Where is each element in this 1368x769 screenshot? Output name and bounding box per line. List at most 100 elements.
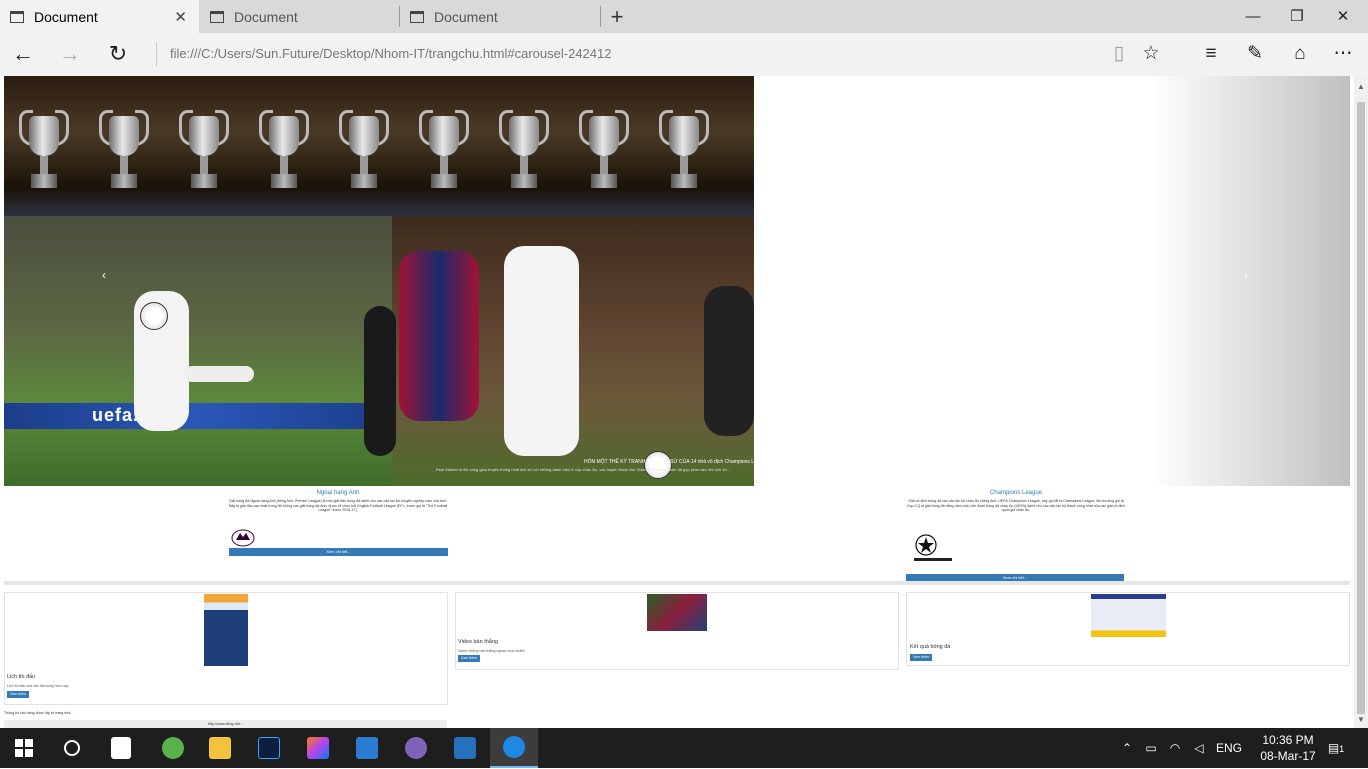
card-title: Kết quả bóng đá (910, 644, 951, 650)
carousel-prev-icon[interactable]: ‹ (102, 268, 106, 282)
reading-view-icon[interactable]: ▯ (1106, 42, 1132, 68)
section-title[interactable]: Champions League (906, 490, 1126, 496)
wifi-icon[interactable]: ◠ (1166, 728, 1184, 768)
player-goalkeeper-figure (704, 286, 754, 436)
show-hidden-icons[interactable]: ⌃ (1118, 728, 1136, 768)
taskbar-intellij[interactable] (294, 728, 342, 768)
photoshop-icon (258, 737, 280, 759)
schedule-more-button[interactable]: Xem thêm (7, 691, 29, 698)
address-bar-row: ← → ↻ file:///C:/Users/Sun.Future/Deskto… (0, 33, 1368, 76)
share-icon[interactable]: ⌂ (1287, 42, 1313, 68)
intellij-icon (307, 737, 329, 759)
carousel-next-icon[interactable]: › (1244, 268, 1248, 282)
address-input[interactable]: file:///C:/Users/Sun.Future/Desktop/Nhom… (170, 46, 611, 61)
card-title: Lịch thi đấu (7, 674, 36, 680)
card-title: Video bàn thắng (458, 639, 498, 645)
taskbar-browser-green[interactable] (149, 728, 197, 768)
new-tab-button[interactable]: + (606, 4, 628, 30)
tab-document-3[interactable]: Document (400, 0, 599, 33)
video-card: Video bàn thắng Video những bàn thắng ng… (455, 592, 899, 670)
refresh-button[interactable]: ↻ (103, 41, 133, 69)
card-desc: Video những bàn thắng ngoạn mục nhất!!! (458, 649, 526, 653)
tab-label: Document (34, 8, 98, 25)
stadium-photo-left (4, 216, 392, 486)
taskbar-photoshop[interactable] (245, 728, 293, 768)
tab-bar: Document ✕ Document Document + — ❐ ✕ (0, 0, 1368, 33)
edge-icon (503, 736, 525, 758)
taskbar-store[interactable] (97, 728, 145, 768)
section-title[interactable]: Ngoại hạng Anh (228, 490, 448, 496)
tab-document-2[interactable]: Document (200, 0, 399, 33)
carousel-caption-title: HÒN MỘT THẾ KỶ TRANH TÀI: LỊCH SỬ CỦA 14… (584, 459, 832, 465)
visual-studio-icon (356, 737, 378, 759)
football (644, 451, 672, 479)
section-body: Giải bóng đá Ngoại hạng Anh (tiếng Anh: … (228, 499, 448, 513)
web-note-icon[interactable]: ✎ (1242, 42, 1268, 68)
cortana-icon (64, 740, 80, 756)
footer-note: Thông tin các hàng được lấy từ trang nhà… (4, 711, 74, 715)
taskbar: ⌃ ▭ ◠ ◁ ENG 10:36 PM 08-Mar-17 ▤1 (0, 728, 1368, 768)
scrollbar-thumb[interactable] (1357, 102, 1365, 714)
player-dark-figure (364, 306, 396, 456)
premier-league-detail-button[interactable]: Xem chi tiết... (229, 548, 448, 556)
tab-label: Document (434, 8, 498, 25)
tab-separator (600, 6, 601, 27)
results-card: Kết quả bóng đá Xem thêm (906, 592, 1350, 666)
results-thumbnail[interactable] (1091, 594, 1166, 637)
section-body: Giải vô địch bóng đá các câu lạc bộ châu… (906, 499, 1126, 513)
powershell-icon (454, 737, 476, 759)
action-center-button[interactable]: ▤1 (1322, 728, 1350, 768)
premier-league-section: Ngoại hạng Anh Giải bóng đá Ngoại hạng A… (228, 490, 448, 513)
taskbar-github[interactable] (392, 728, 440, 768)
taskbar-edge[interactable] (490, 728, 538, 768)
taskbar-powershell[interactable] (441, 728, 489, 768)
minimize-button[interactable]: — (1230, 0, 1276, 33)
tab-document-1[interactable]: Document ✕ (0, 0, 199, 33)
clock-time: 10:36 PM (1262, 733, 1314, 747)
taskbar-file-explorer[interactable] (196, 728, 244, 768)
player-madrid-figure (504, 246, 579, 456)
store-icon (111, 737, 131, 759)
volume-icon[interactable]: ◁ (1190, 728, 1208, 768)
github-icon (405, 737, 427, 759)
carousel-right-shade (1150, 76, 1350, 486)
footer-bar[interactable]: http://www.tiếng việt... (4, 720, 447, 728)
back-button[interactable]: ← (8, 41, 38, 69)
scroll-down-icon[interactable]: ▼ (1357, 715, 1365, 724)
system-clock[interactable]: 10:36 PM 08-Mar-17 (1248, 732, 1328, 764)
address-separator (156, 42, 157, 67)
trophies-banner (4, 76, 754, 216)
hub-icon[interactable]: ≡ (1198, 42, 1224, 68)
coccoc-icon (162, 737, 184, 759)
more-icon[interactable]: ⋯ (1330, 42, 1356, 68)
close-window-button[interactable]: ✕ (1320, 0, 1366, 33)
forward-button[interactable]: → (55, 41, 85, 69)
card-desc: Lịch thi đấu của các đội bóng hôm nay (7, 684, 69, 688)
start-button[interactable] (0, 728, 48, 768)
carousel-caption-text: Real Madrid là đội bóng giàu truyền thốn… (436, 467, 731, 472)
restore-button[interactable]: ❐ (1274, 0, 1320, 33)
notification-icon: ▤ (1327, 741, 1340, 755)
language-indicator[interactable]: ENG (1214, 728, 1244, 768)
web-page: uefa.com ‹ › HÒN MỘT THẾ KỶ TRANH TÀI: L… (0, 76, 1354, 728)
page-icon (10, 10, 24, 23)
taskbar-visual-studio[interactable] (343, 728, 391, 768)
player-leg (184, 366, 254, 382)
carousel: uefa.com ‹ › HÒN MỘT THẾ KỶ TRANH TÀI: L… (4, 76, 1350, 486)
cortana-button[interactable] (48, 728, 96, 768)
vertical-scrollbar[interactable]: ▲ ▼ (1354, 76, 1368, 728)
video-more-button[interactable]: Xem thêm (458, 655, 480, 662)
player-barca-figure (399, 251, 479, 421)
folder-icon (209, 737, 231, 759)
close-tab-icon[interactable]: ✕ (174, 8, 187, 26)
scroll-up-icon[interactable]: ▲ (1357, 82, 1365, 91)
results-more-button[interactable]: Xem thêm (910, 654, 932, 661)
champions-league-section: Champions League Giải vô địch bóng đá cá… (906, 490, 1126, 513)
favorite-star-icon[interactable]: ☆ (1138, 42, 1164, 68)
video-thumbnail[interactable] (647, 594, 707, 631)
tab-label: Document (234, 8, 298, 25)
carousel-slide-image: uefa.com (4, 76, 754, 486)
battery-icon[interactable]: ▭ (1142, 728, 1160, 768)
schedule-thumbnail[interactable] (204, 594, 248, 666)
windows-icon (15, 739, 33, 757)
